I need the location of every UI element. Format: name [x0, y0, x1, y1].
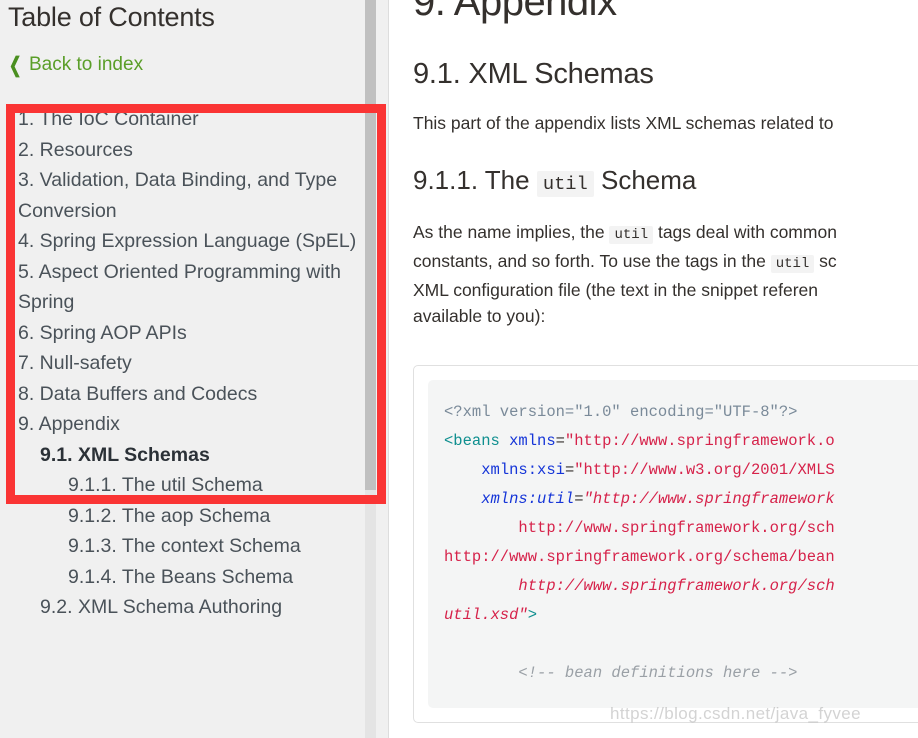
toc-item[interactable]: 9. Appendix: [0, 409, 388, 440]
para-segment-4: sc: [814, 251, 837, 271]
xml-code-snippet[interactable]: <?xml version="1.0" encoding="UTF-8"?> <…: [444, 398, 918, 688]
toc-item[interactable]: 1. The IoC Container: [0, 104, 388, 135]
page-title: Table of Contents: [8, 2, 215, 32]
para-segment-2: tags deal with common: [653, 222, 837, 242]
toc-item[interactable]: 9.2. XML Schema Authoring: [0, 592, 388, 623]
toc-list: 1. The IoC Container 2. Resources 3. Valid…: [0, 104, 388, 704]
toc-item[interactable]: 8. Data Buffers and Codecs: [0, 379, 388, 410]
table-of-contents-sidebar: Table of Contents ❮ Back to index 1. The…: [0, 0, 388, 738]
toc-item[interactable]: 5. Aspect Oriented Programming with Spri…: [0, 257, 388, 318]
toc-item[interactable]: 2. Resources: [0, 135, 388, 166]
toc-item[interactable]: 9.1.3. The context Schema: [0, 531, 388, 562]
toc-scrollbar-thumb[interactable]: [365, 0, 376, 490]
inline-code-util-heading: util: [536, 171, 594, 197]
heading-xml-schemas: 9.1. XML Schemas: [413, 58, 654, 90]
documentation-page: Table of Contents ❮ Back to index 1. The…: [0, 0, 918, 738]
inline-code-util-2: util: [770, 255, 815, 273]
heading-appendix: 9. Appendix: [413, 0, 617, 24]
para-segment-3: constants, and so forth. To use the tags…: [413, 251, 771, 271]
heading-util-prefix: 9.1.1. The: [413, 165, 537, 195]
intro-paragraph: This part of the appendix lists XML sche…: [413, 113, 834, 133]
toc-item[interactable]: 3. Validation, Data Binding, and Type Co…: [0, 165, 388, 226]
code-block-container: <?xml version="1.0" encoding="UTF-8"?> <…: [413, 365, 918, 723]
toc-item[interactable]: 9.1.1. The util Schema: [0, 470, 388, 501]
heading-util-schema: 9.1.1. The util Schema: [413, 163, 918, 201]
util-description-paragraph: As the name implies, the util tags deal …: [413, 219, 918, 329]
para-segment-6: available to you):: [413, 306, 546, 326]
heading-util-suffix: Schema: [593, 165, 697, 195]
code-block-inner[interactable]: <?xml version="1.0" encoding="UTF-8"?> <…: [428, 380, 918, 708]
para-segment-5: XML configuration file (the text in the …: [413, 280, 818, 300]
main-content: 9. Appendix 9.1. XML Schemas This part o…: [389, 0, 918, 738]
back-to-index-label: Back to index: [29, 54, 144, 75]
toc-item[interactable]: 9.1. XML Schemas: [0, 440, 388, 471]
inline-code-util-1: util: [609, 226, 654, 244]
toc-item[interactable]: 6. Spring AOP APIs: [0, 318, 388, 349]
toc-item[interactable]: 7. Null-safety: [0, 348, 388, 379]
toc-item[interactable]: 4. Spring Expression Language (SpEL): [0, 226, 388, 257]
toc-item[interactable]: 9.1.4. The Beans Schema: [0, 562, 388, 593]
toc-item[interactable]: 9.1.2. The aop Schema: [0, 501, 388, 532]
back-to-index-link[interactable]: ❮ Back to index: [7, 54, 143, 76]
chevron-left-icon: ❮: [8, 53, 22, 77]
para-segment-1: As the name implies, the: [413, 222, 610, 242]
